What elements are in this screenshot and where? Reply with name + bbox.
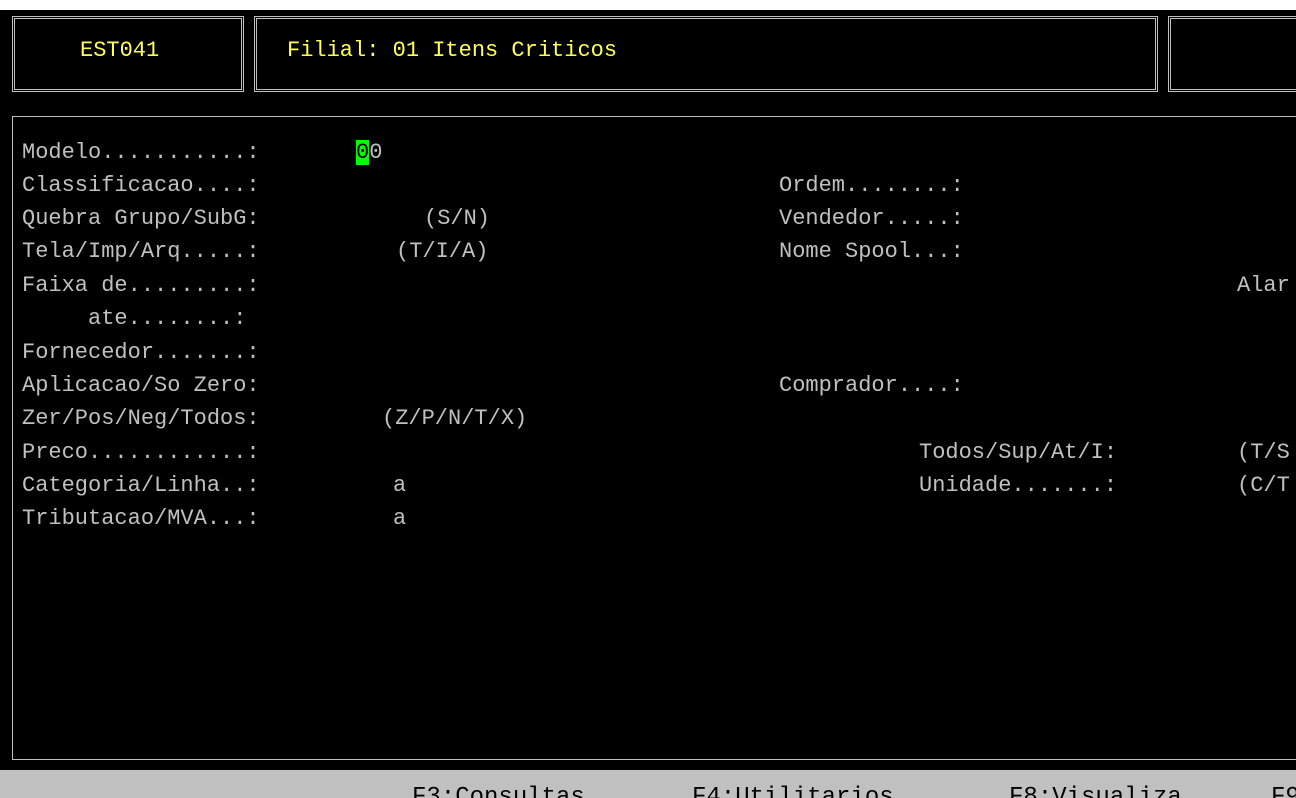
tributacao-value[interactable]: a [393, 502, 406, 535]
modelo-label: Modelo...........: [22, 140, 260, 165]
f4-utilitarios-key[interactable]: F4:Utilitarios [692, 778, 894, 798]
quebra-hint: (S/N) [424, 206, 491, 231]
tela-hint: (T/I/A) [396, 239, 489, 264]
f3-consultas-key[interactable]: F3:Consultas [412, 778, 585, 798]
categoria-label: Categoria/Linha..: [22, 473, 260, 498]
faixa-label: Faixa de.........: [22, 273, 260, 298]
nome-spool-label: Nome Spool...: [779, 239, 964, 264]
modelo-field[interactable]: 00 [356, 136, 382, 169]
function-key-bar: F3:Consultas F4:Utilitarios F8:Visualiza… [0, 770, 1296, 798]
tributacao-label: Tributacao/MVA...: [22, 506, 260, 531]
modelo-value: 0 [369, 140, 383, 165]
unidade-label: Unidade.......: [919, 473, 1118, 498]
ordem-label: Ordem........: [779, 173, 964, 198]
zer-hint: (Z/P/N/T/X) [382, 406, 528, 431]
todos-hint: (T/S [1237, 440, 1290, 465]
quebra-label: Quebra Grupo/SubG: [22, 206, 260, 231]
categoria-value[interactable]: a [393, 469, 406, 502]
vendedor-label: Vendedor.....: [779, 206, 964, 231]
page-title: Filial: 01 Itens Criticos [287, 38, 618, 63]
todos-label: Todos/Sup/At/I: [919, 440, 1118, 465]
right-header-box [1168, 16, 1296, 92]
tela-label: Tela/Imp/Arq.....: [22, 239, 260, 264]
f8-visualiza-key[interactable]: F8:Visualiza [1009, 778, 1182, 798]
unidade-hint: (C/T [1237, 473, 1290, 498]
fornecedor-label: Fornecedor.......: [22, 340, 260, 365]
zer-label: Zer/Pos/Neg/Todos: [22, 406, 260, 431]
program-code: EST041 [80, 38, 160, 63]
aplicacao-label: Aplicacao/So Zero: [22, 373, 260, 398]
preco-label: Preco............: [22, 440, 260, 465]
f9-key[interactable]: F9 [1271, 778, 1296, 798]
comprador-label: Comprador....: [779, 373, 964, 398]
classificacao-label: Classificacao....: [22, 173, 260, 198]
alar-label: Alar [1237, 273, 1290, 298]
window-top-edge [0, 0, 1296, 10]
text-cursor: 0 [356, 140, 370, 165]
ate-label: ate........: [22, 306, 247, 331]
